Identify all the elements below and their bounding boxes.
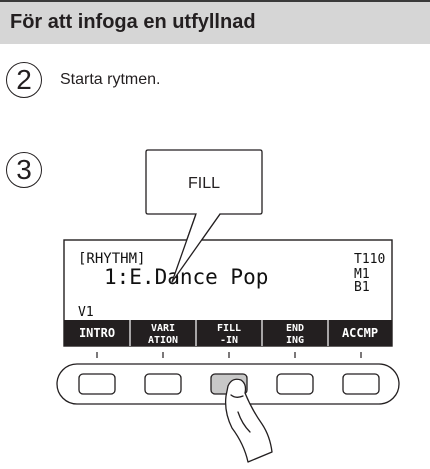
lcd-soft-button-ending: END ING xyxy=(286,323,304,346)
accmp-button[interactable] xyxy=(342,373,380,395)
lcd-button-intro-label: INTRO xyxy=(79,326,115,340)
lcd-rhythm-name: 1:E.Dance Pop xyxy=(104,265,268,289)
keyboard-illustration: FILL [RHYTHM] T110 M1 B1 1:E.Dance Pop V… xyxy=(56,149,400,463)
lcd-button-fill-line1: FILL xyxy=(217,323,241,334)
lcd-tempo: T110 xyxy=(354,252,385,267)
lcd-soft-button-fill-in: FILL -IN xyxy=(217,323,241,346)
lcd-soft-button-intro: INTRO xyxy=(79,326,115,340)
lcd-button-fill-line2: -IN xyxy=(220,335,238,346)
lcd-variation: V1 xyxy=(78,305,94,320)
button-tick-marks xyxy=(96,352,362,358)
lcd-beat: B1 xyxy=(354,280,370,295)
variation-button[interactable] xyxy=(144,373,182,395)
lcd-button-accmp-label: ACCMP xyxy=(342,326,378,340)
lcd-button-variation-line2: ATION xyxy=(148,335,178,346)
callout-label: FILL xyxy=(188,175,220,192)
lcd-button-ending-line2: ING xyxy=(286,335,304,346)
lcd-soft-button-variation: VARI ATION xyxy=(148,323,178,346)
lcd-button-ending-line1: END xyxy=(286,323,304,334)
lcd-button-variation-line1: VARI xyxy=(151,323,175,334)
lcd-soft-button-accmp: ACCMP xyxy=(342,326,378,340)
ending-button[interactable] xyxy=(276,373,314,395)
intro-button[interactable] xyxy=(78,373,116,395)
